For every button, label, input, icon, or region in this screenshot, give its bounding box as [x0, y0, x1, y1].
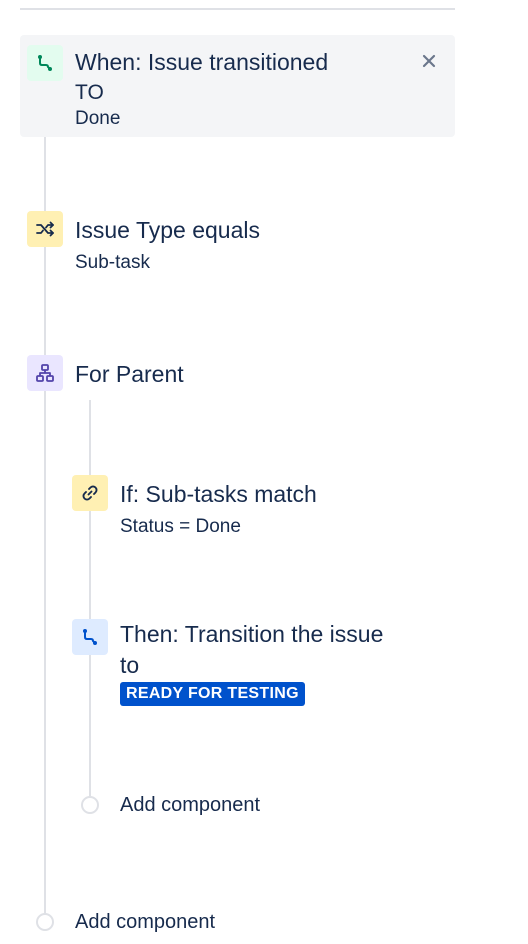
- condition-title[interactable]: Issue Type equals: [75, 215, 260, 245]
- status-lozenge: READY FOR TESTING: [120, 682, 305, 706]
- add-component-branch-button[interactable]: Add component: [120, 792, 260, 818]
- hierarchy-icon: [27, 355, 63, 391]
- main-rail: [44, 60, 46, 915]
- then-title-continuation: to: [120, 652, 140, 678]
- close-icon[interactable]: [418, 50, 440, 72]
- rule-builder-canvas: When: Issue transitioned TO Done Issue T…: [0, 0, 528, 944]
- if-title[interactable]: If: Sub-tasks match: [120, 479, 317, 509]
- branch-title[interactable]: For Parent: [75, 359, 184, 389]
- if-detail: Status = Done: [120, 516, 241, 537]
- top-divider: [20, 8, 455, 10]
- transition-icon: [27, 45, 63, 81]
- add-component-dot[interactable]: [36, 913, 54, 931]
- transition-icon: [72, 619, 108, 655]
- add-component-button[interactable]: Add component: [75, 909, 215, 935]
- then-title[interactable]: Then: Transition the issue: [120, 619, 383, 649]
- condition-detail: Sub-task: [75, 252, 150, 273]
- link-icon: [72, 475, 108, 511]
- add-component-dot[interactable]: [81, 796, 99, 814]
- trigger-title: When: Issue transitioned: [75, 49, 329, 75]
- trigger-title-continuation: TO: [75, 81, 104, 104]
- trigger-detail: Done: [75, 108, 121, 129]
- branch-rail: [89, 400, 91, 798]
- shuffle-icon: [27, 211, 63, 247]
